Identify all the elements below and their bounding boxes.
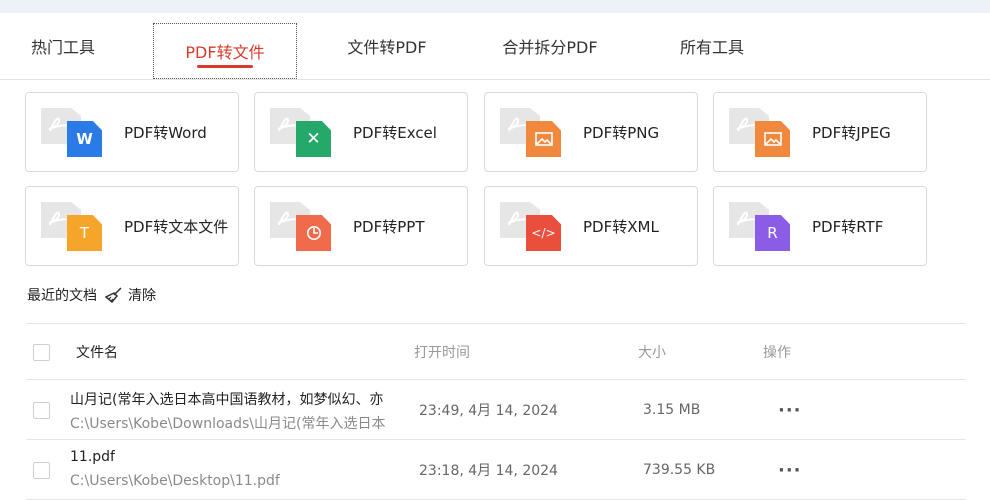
tool-card-pdf-to-xml[interactable]: </> PDF转XML xyxy=(484,186,698,266)
select-all-checkbox[interactable] xyxy=(33,344,50,361)
tool-card-pdf-to-jpeg[interactable]: PDF转JPEG xyxy=(713,92,927,172)
tool-label: PDF转JPEG xyxy=(812,123,891,142)
word-icon: W xyxy=(67,121,102,157)
more-options-icon[interactable]: ··· xyxy=(778,380,802,440)
text-icon: T xyxy=(67,215,102,251)
tool-card-pdf-to-excel[interactable]: ✕ PDF转Excel xyxy=(254,92,468,172)
tool-label: PDF转文本文件 xyxy=(124,217,229,236)
file-name: 11.pdf xyxy=(70,449,115,465)
column-header-action: 操作 xyxy=(763,345,791,361)
row-checkbox[interactable] xyxy=(33,462,50,479)
tab-label: 热门工具 xyxy=(30,38,95,57)
table-row[interactable]: 11.pdf C:\Users\Kobe\Desktop\11.pdf 23:1… xyxy=(26,440,966,500)
rtf-icon: R xyxy=(755,215,790,251)
tool-label: PDF转Excel xyxy=(353,123,437,142)
tab-label: 文件转PDF xyxy=(347,38,427,57)
recent-docs-title: 最近的文档 xyxy=(27,288,97,304)
xml-icon: </> xyxy=(526,215,561,251)
open-time: 23:49, 4月 14, 2024 xyxy=(419,403,558,419)
tool-label: PDF转PPT xyxy=(353,217,425,236)
open-time: 23:18, 4月 14, 2024 xyxy=(419,463,558,479)
table-row[interactable]: 山月记(常年入选日本高中国语教材，如梦似幻、亦 C:\Users\Kobe\Do… xyxy=(26,380,966,440)
broom-icon xyxy=(105,287,122,303)
tool-card-pdf-to-word[interactable]: W PDF转Word xyxy=(25,92,239,172)
tab-pdf-to-file[interactable]: PDF转文件 xyxy=(153,23,297,79)
excel-icon: ✕ xyxy=(296,121,331,157)
more-options-icon[interactable]: ··· xyxy=(778,440,802,500)
tool-label: PDF转Word xyxy=(124,123,207,142)
tab-label: 所有工具 xyxy=(679,38,744,57)
png-image-icon xyxy=(526,121,561,157)
tool-label: PDF转RTF xyxy=(812,217,884,236)
tool-card-pdf-to-png[interactable]: PDF转PNG xyxy=(484,92,698,172)
tool-card-pdf-to-rtf[interactable]: R PDF转RTF xyxy=(713,186,927,266)
file-path: C:\Users\Kobe\Downloads\山月记(常年入选日本 xyxy=(70,416,386,432)
jpeg-image-icon xyxy=(755,121,790,157)
tool-card-pdf-to-text[interactable]: T PDF转文本文件 xyxy=(25,186,239,266)
tab-all-tools[interactable]: 所有工具 xyxy=(660,13,764,79)
file-size: 739.55 KB xyxy=(643,462,716,478)
active-tab-indicator xyxy=(197,65,253,68)
tab-file-to-pdf[interactable]: 文件转PDF xyxy=(326,13,448,79)
tab-hot-tools[interactable]: 热门工具 xyxy=(0,13,126,79)
file-size: 3.15 MB xyxy=(643,402,701,418)
tool-label: PDF转PNG xyxy=(583,123,660,142)
tool-label: PDF转XML xyxy=(583,217,659,236)
row-checkbox[interactable] xyxy=(33,402,50,419)
tab-label: PDF转文件 xyxy=(185,43,265,62)
table-header: 文件名 打开时间 大小 操作 xyxy=(26,324,966,380)
clear-label: 清除 xyxy=(128,288,156,304)
tab-merge-split-pdf[interactable]: 合并拆分PDF xyxy=(486,13,614,79)
top-strip xyxy=(0,0,990,13)
tool-card-pdf-to-ppt[interactable]: PDF转PPT xyxy=(254,186,468,266)
clear-button[interactable]: 清除 xyxy=(105,285,156,305)
column-header-size[interactable]: 大小 xyxy=(638,324,666,380)
tab-label: 合并拆分PDF xyxy=(502,38,598,57)
recent-docs-header: 最近的文档 清除 xyxy=(27,284,156,306)
column-header-name: 文件名 xyxy=(76,345,118,361)
file-path: C:\Users\Kobe\Desktop\11.pdf xyxy=(70,473,280,489)
tab-bar: 热门工具 PDF转文件 文件转PDF 合并拆分PDF 所有工具 xyxy=(0,13,990,80)
ppt-icon xyxy=(296,215,331,251)
column-header-time[interactable]: 打开时间 xyxy=(414,324,470,380)
file-name: 山月记(常年入选日本高中国语教材，如梦似幻、亦 xyxy=(70,392,384,408)
